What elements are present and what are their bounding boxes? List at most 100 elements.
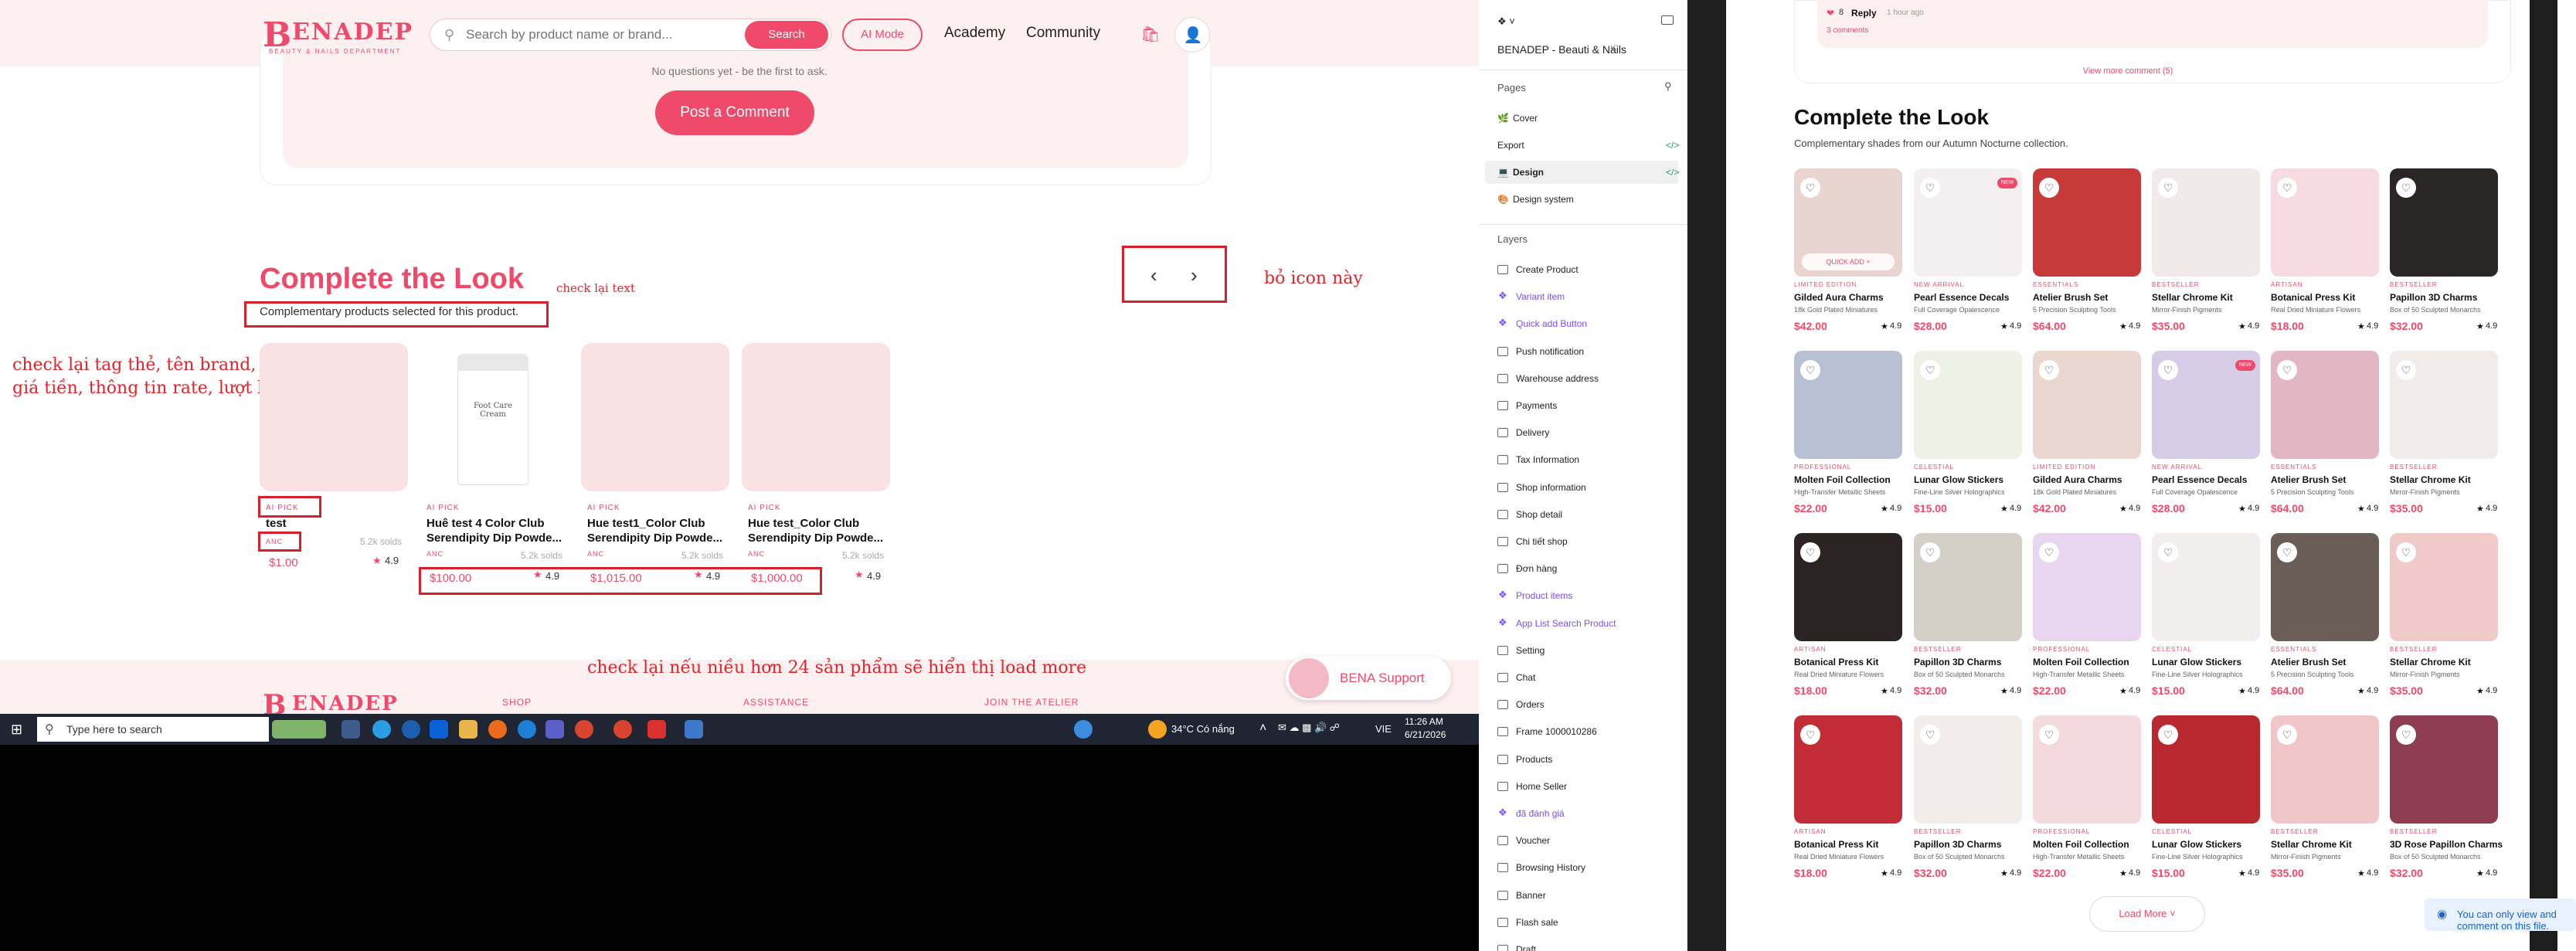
edge-icon[interactable] [518,720,536,739]
product-name[interactable]: Lunar Glow Stickers [2152,839,2241,850]
footer-shop[interactable]: SHOP [502,697,532,708]
user-icon[interactable]: 👤 [1174,17,1210,53]
heart-icon[interactable]: ♡ [1800,178,1820,198]
language-indicator[interactable]: VIE [1375,723,1392,735]
product-name[interactable]: Botanical Press Kit [1794,839,1878,850]
chrome-profile-icon[interactable] [613,720,632,739]
firefox-icon[interactable] [488,720,507,739]
heart-icon[interactable]: ♡ [2396,360,2416,380]
file-dropdown-icon[interactable]: ˅ [1610,42,1616,53]
product-name[interactable]: Stellar Chrome Kit [2390,657,2471,667]
heart-icon[interactable]: ♡ [1920,360,1940,380]
product-name[interactable]: Lunar Glow Stickers [1914,474,2003,485]
layer-item[interactable]: Quick add Button [1516,318,1587,329]
chrome-icon[interactable] [575,720,593,739]
product-name[interactable]: Stellar Chrome Kit [2152,292,2233,303]
heart-icon[interactable]: ♡ [2277,542,2297,562]
heart-icon[interactable]: ♡ [2039,178,2059,198]
cart-icon[interactable]: 🛍 [1133,17,1168,53]
layer-item[interactable]: Product items [1516,590,1572,601]
layer-item[interactable]: Browsing History [1516,862,1585,873]
layer-item[interactable]: Shop information [1516,482,1586,493]
heart-icon[interactable]: ♡ [2277,360,2297,380]
layer-item[interactable]: Delivery [1516,427,1549,438]
panel-toggle-icon[interactable] [1661,15,1674,25]
product-name[interactable]: Atelier Brush Set [2271,474,2346,485]
search-button[interactable]: Search [745,21,828,49]
layer-item[interactable]: Shop detail [1516,509,1562,520]
clock-date[interactable]: 6/21/2026 [1405,729,1446,740]
footer-assistance[interactable]: ASSISTANCE [743,697,809,708]
dropbox-icon[interactable] [430,720,448,739]
heart-icon[interactable]: ♡ [2277,725,2297,745]
product-name[interactable]: Atelier Brush Set [2033,292,2108,303]
figma-menu-icon[interactable]: ❖ ˅ [1497,15,1515,28]
weather-text[interactable]: 34°C Có nắng [1171,723,1235,735]
heart-icon[interactable]: ♡ [2277,178,2297,198]
layer-item[interactable]: Orders [1516,699,1545,710]
next-arrow-icon[interactable]: › [1191,263,1198,287]
copilot-icon[interactable] [372,720,391,739]
comments-toggle[interactable]: 3 comments [1827,26,1868,35]
product-name[interactable]: Papillon 3D Charms [1914,839,2001,850]
heart-icon[interactable]: ♡ [2039,542,2059,562]
layer-item[interactable]: Frame 1000010286 [1516,726,1597,737]
product-image[interactable] [742,343,890,491]
support-chat-button[interactable]: BENA Support [1286,657,1451,700]
heart-icon[interactable]: ♡ [1920,542,1940,562]
post-comment-button[interactable]: Post a Comment [655,90,814,135]
teams-icon[interactable] [545,720,564,739]
product-name[interactable]: Botanical Press Kit [2271,292,2355,303]
layer-item[interactable]: Banner [1516,890,1546,901]
product-name[interactable]: Atelier Brush Set [2271,657,2346,667]
product-name[interactable]: Stellar Chrome Kit [2390,474,2471,485]
search-pages-icon[interactable]: ⚲ [1664,80,1672,93]
nav-academy[interactable]: Academy [944,25,1005,42]
heart-icon[interactable]: ♡ [2396,178,2416,198]
nav-community[interactable]: Community [1026,25,1100,42]
product-name[interactable]: Pearl Essence Decals [2152,474,2247,485]
layer-item[interactable]: Chi tiết shop [1516,536,1568,547]
product-name[interactable]: Molten Foil Collection [2033,657,2129,667]
clock-time[interactable]: 11:26 AM [1405,716,1443,727]
product-name[interactable]: Hue test1_Color Club Serendipity Dip Pow… [587,516,731,545]
tray-chevron-icon[interactable]: ˄ [1259,722,1266,735]
heart-icon[interactable]: ♡ [2396,542,2416,562]
product-name[interactable]: test [266,516,410,531]
heart-icon[interactable]: ♡ [2039,360,2059,380]
hp-icon[interactable] [402,720,420,739]
ai-mode-button[interactable]: AI Mode [842,19,923,51]
heart-icon[interactable]: ♡ [2158,542,2178,562]
like-icon[interactable]: ❤ [1827,8,1834,19]
page-item[interactable]: Cover [1513,113,1538,124]
page-item[interactable]: Design system [1513,194,1574,205]
heart-icon[interactable]: ♡ [2158,178,2178,198]
layer-item[interactable]: Warehouse address [1516,373,1599,384]
product-name[interactable]: Gilded Aura Charms [1794,292,1884,303]
heart-icon[interactable]: ♡ [1800,542,1820,562]
chat-icon[interactable] [1074,720,1093,739]
page-item[interactable]: Design [1513,167,1544,178]
layer-item[interactable]: Variant item [1516,291,1565,302]
product-image[interactable] [260,343,408,491]
widgets-icon[interactable] [272,720,326,739]
heart-icon[interactable]: ♡ [1920,178,1940,198]
product-name[interactable]: Molten Foil Collection [1794,474,1891,485]
file-name[interactable]: BENADEP - Beauti & Nails [1497,43,1626,56]
view-more-comments[interactable]: View more comment (5) [1726,66,2530,76]
layer-item[interactable]: Push notification [1516,346,1584,357]
layer-item[interactable]: Payments [1516,400,1557,411]
product-name[interactable]: Gilded Aura Charms [2033,474,2122,485]
product-name[interactable]: 3D Rose Papillon Charms [2390,839,2503,850]
product-name[interactable]: Stellar Chrome Kit [2271,839,2352,850]
load-more-button[interactable]: Load More ˅ [2089,896,2205,932]
layer-item[interactable]: Draft [1516,944,1536,951]
layer-item[interactable]: Create Product [1516,264,1579,275]
layer-item[interactable]: App List Search Product [1516,618,1616,629]
layer-item[interactable]: Setting [1516,645,1545,656]
layer-item[interactable]: Home Seller [1516,781,1567,792]
page-item[interactable]: Export [1497,140,1524,151]
product-name[interactable]: Huê test 4 Color Club Serendipity Dip Po… [427,516,570,545]
task-view-icon[interactable] [342,720,360,739]
layer-item[interactable]: Flash sale [1516,917,1558,928]
